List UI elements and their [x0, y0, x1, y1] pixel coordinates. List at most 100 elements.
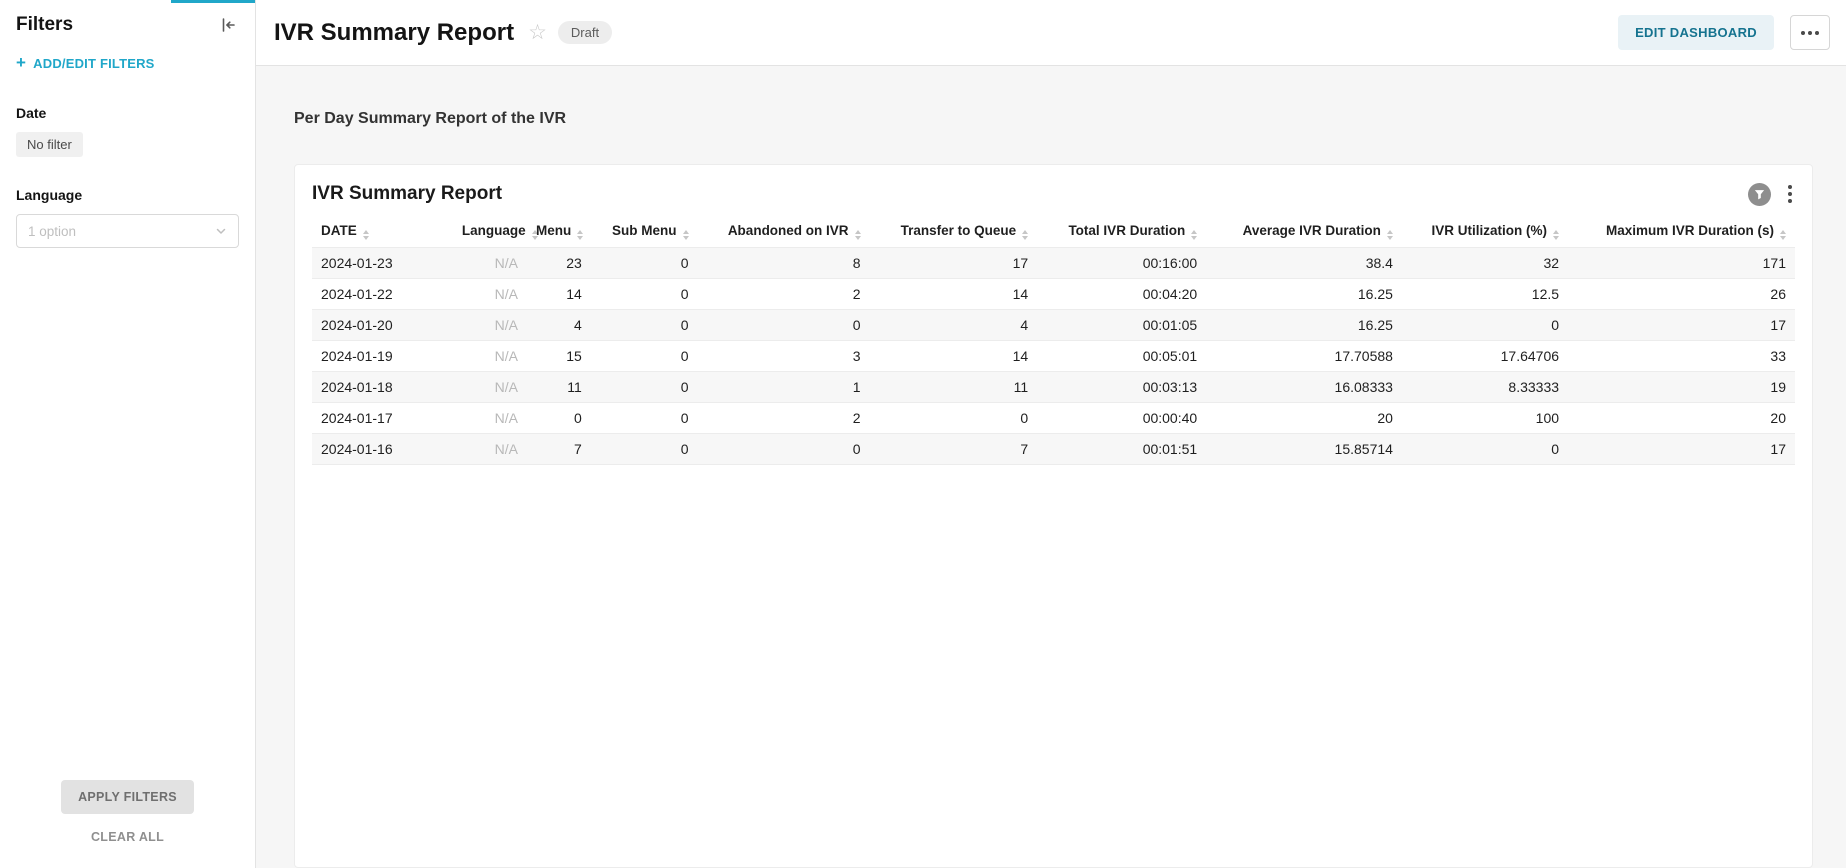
table-cell: 00:16:00: [1037, 248, 1206, 279]
table-cell: 2024-01-20: [312, 310, 453, 341]
table-cell: 32: [1402, 248, 1568, 279]
column-header-average-ivr-duration[interactable]: Average IVR Duration: [1206, 216, 1402, 248]
table-row: 2024-01-23N/A23081700:16:0038.432171: [312, 248, 1795, 279]
sort-icon: [855, 230, 861, 240]
add-edit-filters-label: ADD/EDIT FILTERS: [33, 56, 154, 71]
table-row: 2024-01-22N/A14021400:04:2016.2512.526: [312, 279, 1795, 310]
sort-icon: [683, 230, 689, 240]
sort-icon: [1022, 230, 1028, 240]
table-cell: 00:01:05: [1037, 310, 1206, 341]
language-filter-select[interactable]: 1 option: [16, 214, 239, 248]
clear-all-button[interactable]: CLEAR ALL: [16, 830, 239, 844]
applied-filters-button[interactable]: [1748, 183, 1771, 206]
language-filter-label: Language: [16, 187, 239, 203]
column-header-date[interactable]: DATE: [312, 216, 453, 248]
table-row: 2024-01-18N/A11011100:03:1316.083338.333…: [312, 372, 1795, 403]
table-cell: 17: [870, 248, 1038, 279]
column-header-language[interactable]: Language: [453, 216, 527, 248]
table-cell: 0: [591, 341, 698, 372]
ivr-summary-table: DATE Language Menu Sub Menu Abandoned on IVR…: [312, 216, 1795, 465]
edit-dashboard-button[interactable]: EDIT DASHBOARD: [1618, 15, 1774, 50]
table-cell: 171: [1568, 248, 1795, 279]
table-cell: 3: [698, 341, 870, 372]
table-cell: 2024-01-23: [312, 248, 453, 279]
table-cell: N/A: [453, 434, 527, 465]
column-label: Language: [462, 223, 526, 238]
main-area: IVR Summary Report ☆ Draft EDIT DASHBOAR…: [256, 0, 1846, 868]
table-cell: 0: [591, 279, 698, 310]
table-cell: 16.25: [1206, 310, 1402, 341]
apply-filters-button[interactable]: APPLY FILTERS: [61, 780, 194, 814]
table-cell: 15.85714: [1206, 434, 1402, 465]
table-cell: 23: [527, 248, 591, 279]
column-header-maximum-ivr-duration-s[interactable]: Maximum IVR Duration (s): [1568, 216, 1795, 248]
sort-icon: [1191, 230, 1197, 240]
column-label: DATE: [321, 223, 357, 238]
table-cell: 19: [1568, 372, 1795, 403]
page-title: IVR Summary Report: [274, 19, 514, 47]
table-cell: N/A: [453, 279, 527, 310]
table-cell: 26: [1568, 279, 1795, 310]
column-header-ivr-utilization[interactable]: IVR Utilization (%): [1402, 216, 1568, 248]
table-cell: 00:00:40: [1037, 403, 1206, 434]
table-cell: 16.08333: [1206, 372, 1402, 403]
table-cell: 2: [698, 279, 870, 310]
table-cell: N/A: [453, 248, 527, 279]
table-cell: 0: [591, 310, 698, 341]
chart-menu-button[interactable]: [1785, 182, 1795, 206]
sort-icon: [363, 230, 369, 240]
plus-icon: +: [16, 54, 26, 71]
language-filter-value: 1 option: [28, 224, 76, 239]
table-cell: 16.25: [1206, 279, 1402, 310]
header-menu-button[interactable]: [1790, 15, 1830, 50]
table-cell: 33: [1568, 341, 1795, 372]
table-cell: N/A: [453, 341, 527, 372]
column-label: IVR Utilization (%): [1432, 223, 1548, 238]
column-header-total-ivr-duration[interactable]: Total IVR Duration: [1037, 216, 1206, 248]
chart-card: IVR Summary Report DATELanguageMenuSub M…: [294, 164, 1813, 868]
table-cell: 14: [870, 279, 1038, 310]
draft-status-badge: Draft: [558, 21, 612, 44]
column-header-menu[interactable]: Menu: [527, 216, 591, 248]
table-cell: 4: [870, 310, 1038, 341]
column-header-transfer-to-queue[interactable]: Transfer to Queue: [870, 216, 1038, 248]
table-cell: 20: [1206, 403, 1402, 434]
collapse-sidebar-button[interactable]: [217, 14, 239, 36]
table-cell: 0: [1402, 434, 1568, 465]
filter-sidebar: Filters + ADD/EDIT FILTERS Date No filte…: [0, 0, 256, 868]
sort-icon: [577, 230, 583, 240]
table-cell: 00:04:20: [1037, 279, 1206, 310]
active-tab-indicator: [171, 0, 255, 3]
table-cell: 17.64706: [1402, 341, 1568, 372]
chevron-down-icon: [215, 225, 227, 237]
table-cell: 7: [870, 434, 1038, 465]
add-edit-filters-button[interactable]: + ADD/EDIT FILTERS: [16, 56, 239, 71]
table-cell: 12.5: [1402, 279, 1568, 310]
table-cell: 0: [1402, 310, 1568, 341]
ellipsis-icon: [1801, 31, 1805, 35]
funnel-icon: [1754, 189, 1765, 200]
column-label: Menu: [536, 223, 571, 238]
table-row: 2024-01-19N/A15031400:05:0117.7058817.64…: [312, 341, 1795, 372]
table-cell: 00:01:51: [1037, 434, 1206, 465]
column-header-abandoned-on-ivr[interactable]: Abandoned on IVR: [698, 216, 870, 248]
favorite-star-icon[interactable]: ☆: [528, 22, 547, 43]
filters-title: Filters: [16, 14, 73, 36]
column-label: Average IVR Duration: [1243, 223, 1381, 238]
table-cell: 2024-01-17: [312, 403, 453, 434]
table-cell: 17.70588: [1206, 341, 1402, 372]
column-header-sub-menu[interactable]: Sub Menu: [591, 216, 698, 248]
column-label: Total IVR Duration: [1068, 223, 1185, 238]
dashboard-content: Per Day Summary Report of the IVR IVR Su…: [256, 66, 1846, 868]
table-cell: 100: [1402, 403, 1568, 434]
table-cell: 00:03:13: [1037, 372, 1206, 403]
table-cell: 0: [870, 403, 1038, 434]
table-cell: 00:05:01: [1037, 341, 1206, 372]
column-label: Maximum IVR Duration (s): [1606, 223, 1774, 238]
date-filter-value: No filter: [16, 132, 83, 157]
table-cell: 0: [591, 434, 698, 465]
table-cell: 14: [527, 279, 591, 310]
column-label: Abandoned on IVR: [728, 223, 849, 238]
table-cell: N/A: [453, 372, 527, 403]
table-cell: 0: [591, 372, 698, 403]
